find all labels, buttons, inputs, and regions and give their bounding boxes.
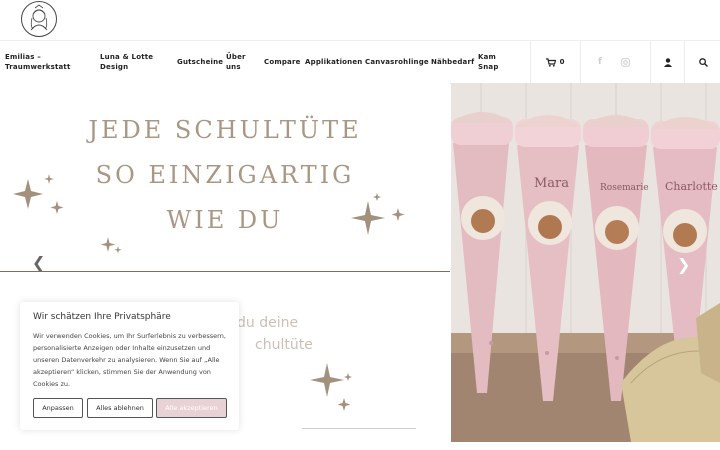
cookie-customize-button[interactable]: Anpassen: [33, 398, 83, 418]
logo[interactable]: [20, 0, 58, 38]
nav-separator: [580, 41, 581, 83]
slider-next-arrow[interactable]: ❯: [677, 255, 690, 274]
nav-item-applikationen[interactable]: Applikationen: [305, 41, 363, 83]
search-icon[interactable]: [693, 41, 713, 83]
sparkle-decoration: [310, 363, 352, 411]
slider-prev-arrow[interactable]: ❮: [32, 253, 45, 272]
cookie-title: Wir schätzen Ihre Privatsphäre: [33, 312, 171, 322]
cone-name-mara: Mara: [534, 176, 570, 191]
section-divider: [302, 428, 416, 429]
nav-item-compare[interactable]: Compare: [264, 41, 304, 83]
nav-separator: [650, 41, 651, 83]
nav-item-ueber-uns[interactable]: Über uns: [226, 41, 260, 83]
nav-item-naehbedarf[interactable]: Nähbedarf: [431, 41, 477, 83]
cookie-reject-button[interactable]: Alles ablehnen: [87, 398, 153, 418]
nav-item-canvasrohlinge[interactable]: Canvasrohlinge: [365, 41, 429, 83]
cone-name-rosemarie: Rosemarie: [600, 183, 649, 193]
main-nav: Emilias – Traumwerkstatt Luna & Lotte De…: [0, 40, 720, 84]
facebook-icon[interactable]: f: [592, 41, 608, 83]
nav-item-luna-lotte[interactable]: Luna & Lotte Design: [100, 41, 170, 83]
nav-separator: [530, 41, 531, 83]
hero-divider: [0, 271, 450, 272]
hero-product-image: Mara Rosemarie Charlotte ❯: [451, 83, 720, 442]
nav-separator: [684, 41, 685, 83]
cart-icon: [545, 57, 556, 67]
cookie-text: Wir verwenden Cookies, um Ihr Surferlebn…: [33, 332, 226, 388]
cart-button[interactable]: 0: [540, 41, 570, 83]
cookie-accept-button[interactable]: Alle akzeptieren: [156, 398, 227, 418]
nav-item-kam-snap[interactable]: Kam Snap: [478, 41, 514, 83]
user-icon[interactable]: [658, 41, 678, 83]
hero-slide: JEDE SCHULTÜTE SO EINZIGARTIG WIE DU ❮: [0, 83, 450, 272]
nav-item-emilias[interactable]: Emilias – Traumwerkstatt: [5, 41, 95, 83]
cart-count: 0: [559, 58, 565, 66]
sparkle-decoration: [13, 174, 405, 254]
cookie-consent-banner: Wir schätzen Ihre Privatsphäre Wir verwe…: [20, 302, 239, 430]
instagram-icon[interactable]: [617, 41, 633, 83]
cone-name-charlotte: Charlotte: [665, 180, 718, 193]
nav-item-gutscheine[interactable]: Gutscheine: [177, 41, 225, 83]
top-bar: [0, 0, 720, 40]
